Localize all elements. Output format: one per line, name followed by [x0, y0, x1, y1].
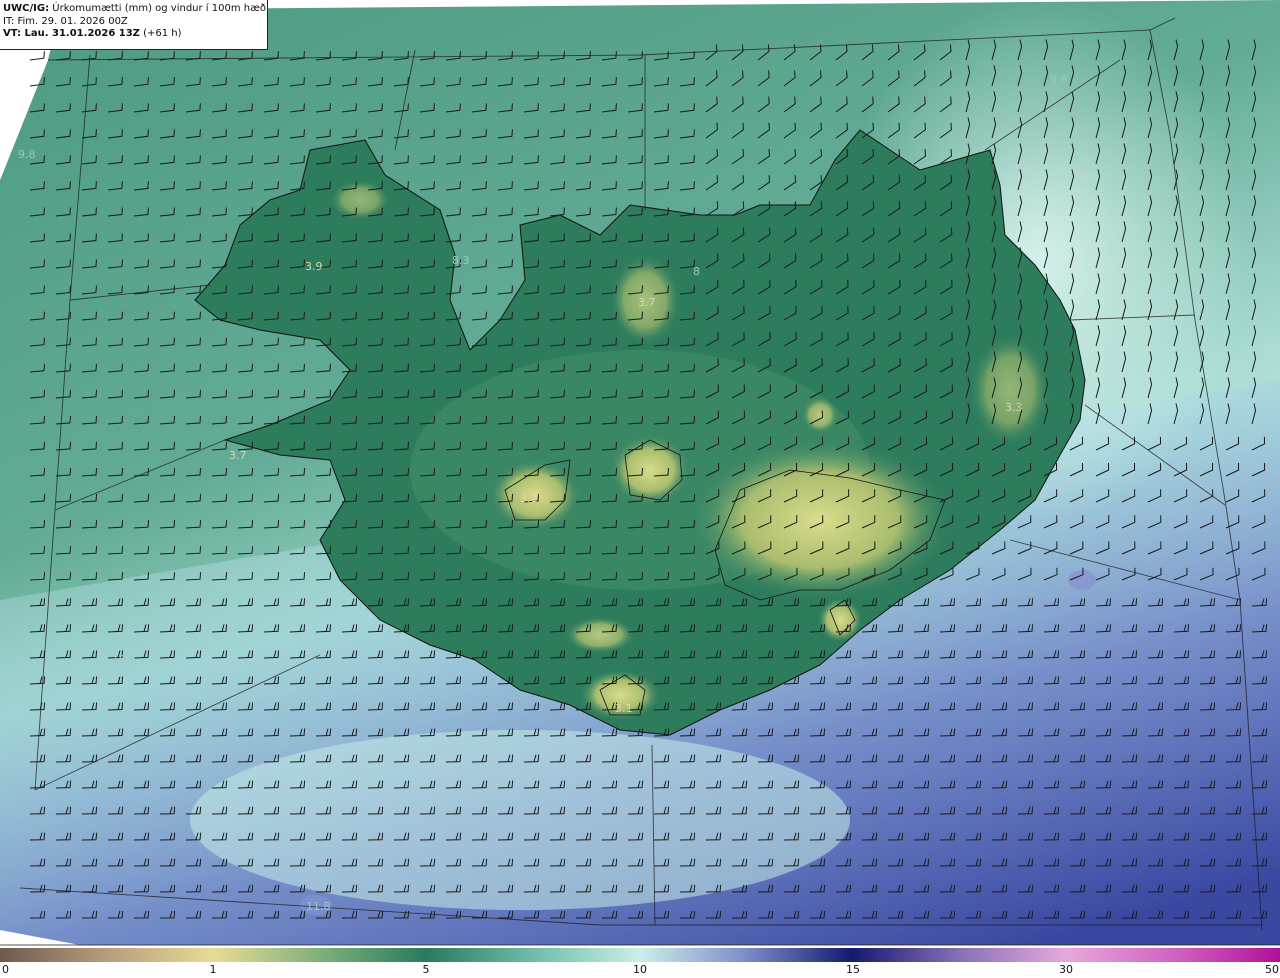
precip-cell [1068, 570, 1096, 590]
value-label: 3.3 [1005, 401, 1023, 414]
value-label: 3.7 [638, 296, 656, 309]
valid-time-line: VT: Lau. 31.01.2026 13Z (+61 h) [3, 28, 267, 41]
init-time: IT: Fim. 29. 01. 2026 00Z [3, 15, 128, 27]
value-label: 3.1 [615, 702, 633, 715]
value-label: 3.7 [229, 449, 247, 462]
legend-label: 50 [1265, 963, 1279, 976]
value-label: 8 [693, 265, 700, 278]
value-label: 11.8 [306, 900, 331, 913]
precipitation-wind-map: 3.9 3.7 3.7 3.1 3.1 3.3 9.6 10.6 11.8 9.… [0, 0, 1280, 946]
value-label: 9.8 [18, 148, 36, 161]
title-line: UWC/IG: Úrkomumætti (mm) og vindur í 100… [3, 3, 267, 16]
legend-label: 30 [1059, 963, 1073, 976]
precip-color-scale [0, 948, 1280, 962]
value-label: 10.6 [112, 653, 137, 666]
legend-label: 0 [2, 963, 9, 976]
legend-label: 15 [846, 963, 860, 976]
value-label: 3.9 [305, 260, 323, 273]
legend-label: 5 [422, 963, 430, 976]
forecast-lead: (+61 h) [143, 28, 182, 39]
model-name: UWC/IG: [3, 3, 50, 14]
product-description: Úrkomumætti (mm) og vindur í 100m hæð [52, 3, 267, 14]
value-label: 9.6 [1050, 73, 1068, 86]
value-label: 8.3 [452, 254, 470, 267]
value-label: 3.1 [520, 492, 538, 505]
valid-time: VT: Lau. 31.01.2026 13Z [3, 28, 140, 39]
legend-label: 10 [633, 963, 647, 976]
legend-label: 1 [209, 963, 217, 976]
map-header: UWC/IG: Úrkomumætti (mm) og vindur í 100… [0, 0, 268, 50]
